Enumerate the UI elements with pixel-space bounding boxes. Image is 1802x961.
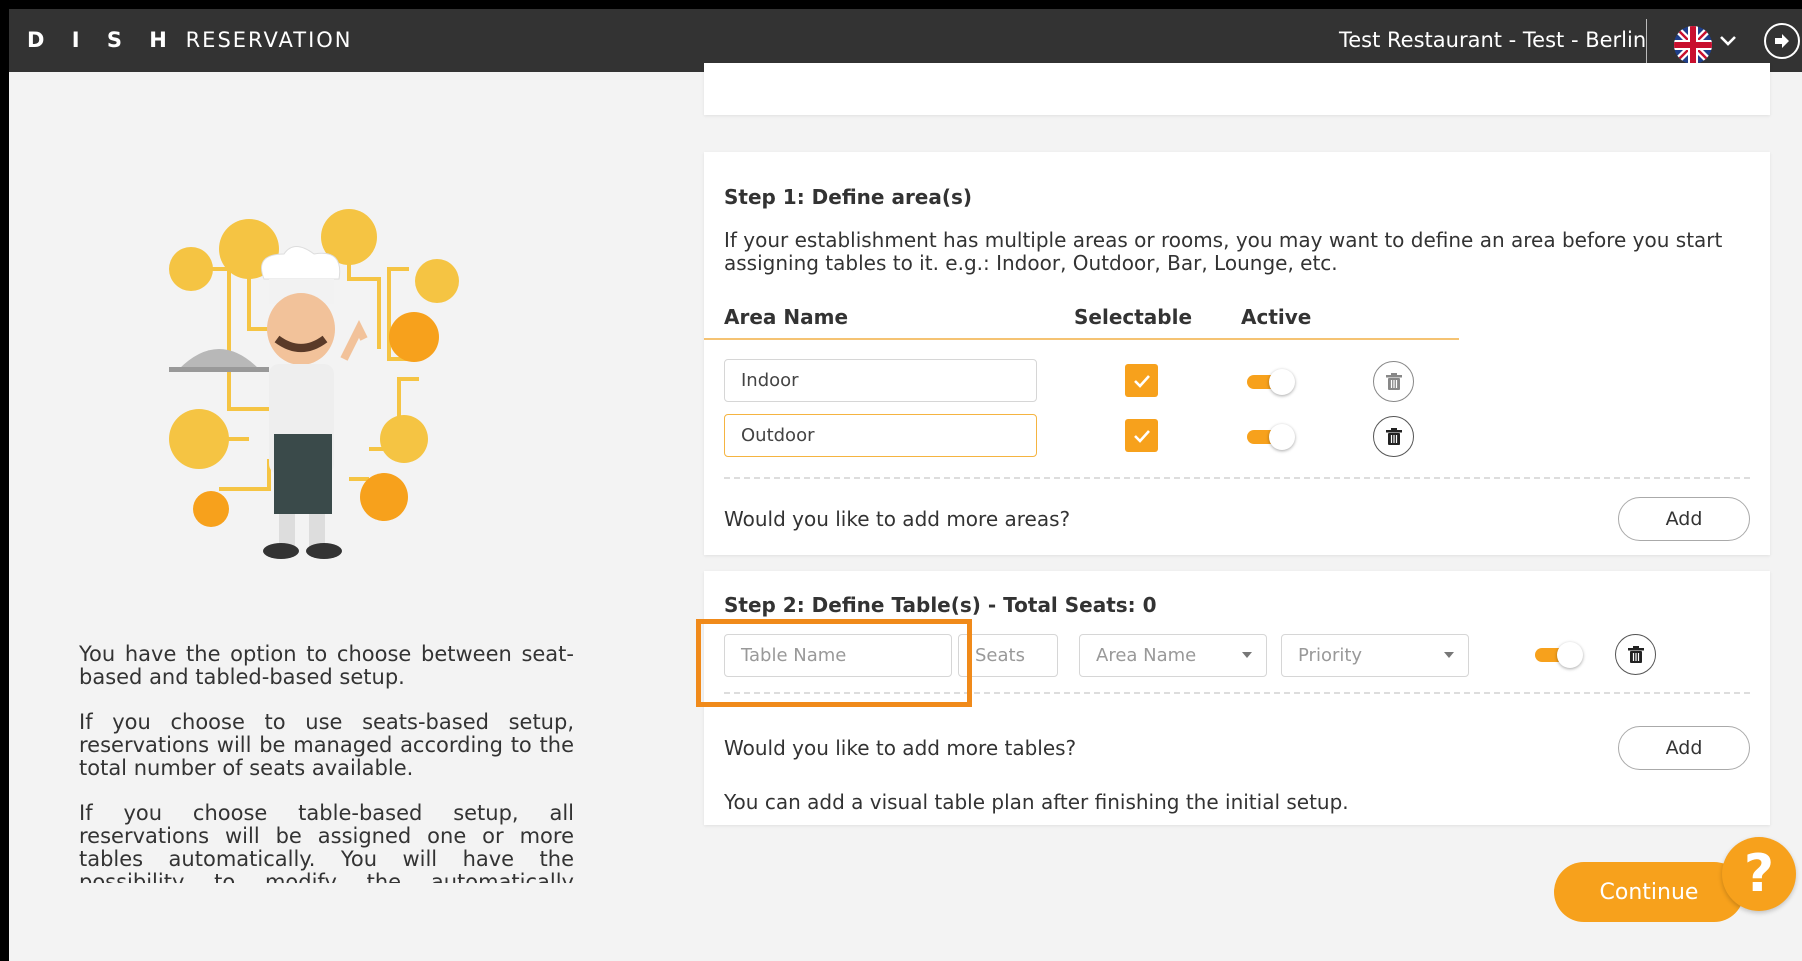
chef-illustration: [169, 209, 509, 569]
brand-bold: D I S H: [27, 28, 177, 52]
trash-icon: [1385, 372, 1402, 390]
dashed-divider: [724, 477, 1750, 479]
header-underline: [704, 338, 1459, 340]
step1-card: Step 1: Define area(s) If your establish…: [704, 152, 1770, 555]
add-table-button[interactable]: Add: [1618, 726, 1750, 770]
table-name-highlight: [696, 619, 972, 707]
trash-icon: [1627, 645, 1644, 663]
previous-step-card: [704, 63, 1770, 115]
add-area-button[interactable]: Add: [1618, 497, 1750, 541]
active-toggle[interactable]: [1247, 424, 1297, 450]
caret-down-icon: [1242, 652, 1252, 658]
active-toggle[interactable]: [1247, 369, 1297, 395]
topbar-divider: [1646, 19, 1647, 63]
area-name-select[interactable]: Area Name: [1079, 634, 1267, 677]
brand-logo[interactable]: D I S H RESERVATION: [27, 28, 353, 52]
delete-table-button[interactable]: [1615, 634, 1656, 675]
info-paragraph: If you choose table-based setup, all res…: [79, 801, 574, 884]
add-tables-prompt: Would you like to add more tables?: [724, 736, 1077, 760]
continue-button[interactable]: Continue: [1554, 862, 1744, 922]
setup-info-text: You have the option to choose between se…: [79, 643, 574, 883]
selectable-checkbox[interactable]: [1125, 364, 1158, 397]
app-frame: D I S H RESERVATION Test Restaurant - Te…: [9, 9, 1802, 961]
info-paragraph: If you choose to use seats-based setup, …: [79, 710, 574, 780]
restaurant-selector[interactable]: Test Restaurant - Test - Berlin: [1339, 28, 1646, 52]
col-area-name: Area Name: [724, 305, 849, 329]
logout-icon[interactable]: [1764, 23, 1800, 59]
priority-select-label: Priority: [1298, 645, 1363, 666]
step1-title: Step 1: Define area(s): [724, 185, 973, 209]
caret-down-icon: [1444, 652, 1454, 658]
delete-area-button[interactable]: [1373, 361, 1414, 402]
seats-input[interactable]: Seats: [958, 634, 1058, 677]
add-areas-prompt: Would you like to add more areas?: [724, 507, 1071, 531]
help-button[interactable]: ?: [1722, 837, 1796, 911]
area-name-select-label: Area Name: [1096, 645, 1197, 666]
chevron-down-icon[interactable]: [1718, 33, 1738, 49]
step1-description: If your establishment has multiple areas…: [724, 228, 1723, 275]
step2-title: Step 2: Define Table(s) - Total Seats: 0: [724, 593, 1157, 617]
check-icon: [1133, 429, 1150, 443]
area-name-input[interactable]: Outdoor: [724, 414, 1037, 457]
delete-area-button[interactable]: [1373, 416, 1414, 457]
check-icon: [1133, 374, 1150, 388]
priority-select[interactable]: Priority: [1281, 634, 1469, 677]
table-active-toggle[interactable]: [1535, 642, 1585, 668]
selectable-checkbox[interactable]: [1125, 419, 1158, 452]
info-paragraph: You have the option to choose between se…: [79, 643, 574, 689]
col-selectable: Selectable: [1074, 305, 1193, 329]
brand-text: RESERVATION: [185, 28, 353, 52]
area-name-input[interactable]: Indoor: [724, 359, 1037, 402]
table-plan-note: You can add a visual table plan after fi…: [724, 790, 1349, 814]
uk-flag-icon[interactable]: [1674, 26, 1712, 64]
trash-icon: [1385, 427, 1402, 445]
col-active: Active: [1241, 305, 1312, 329]
